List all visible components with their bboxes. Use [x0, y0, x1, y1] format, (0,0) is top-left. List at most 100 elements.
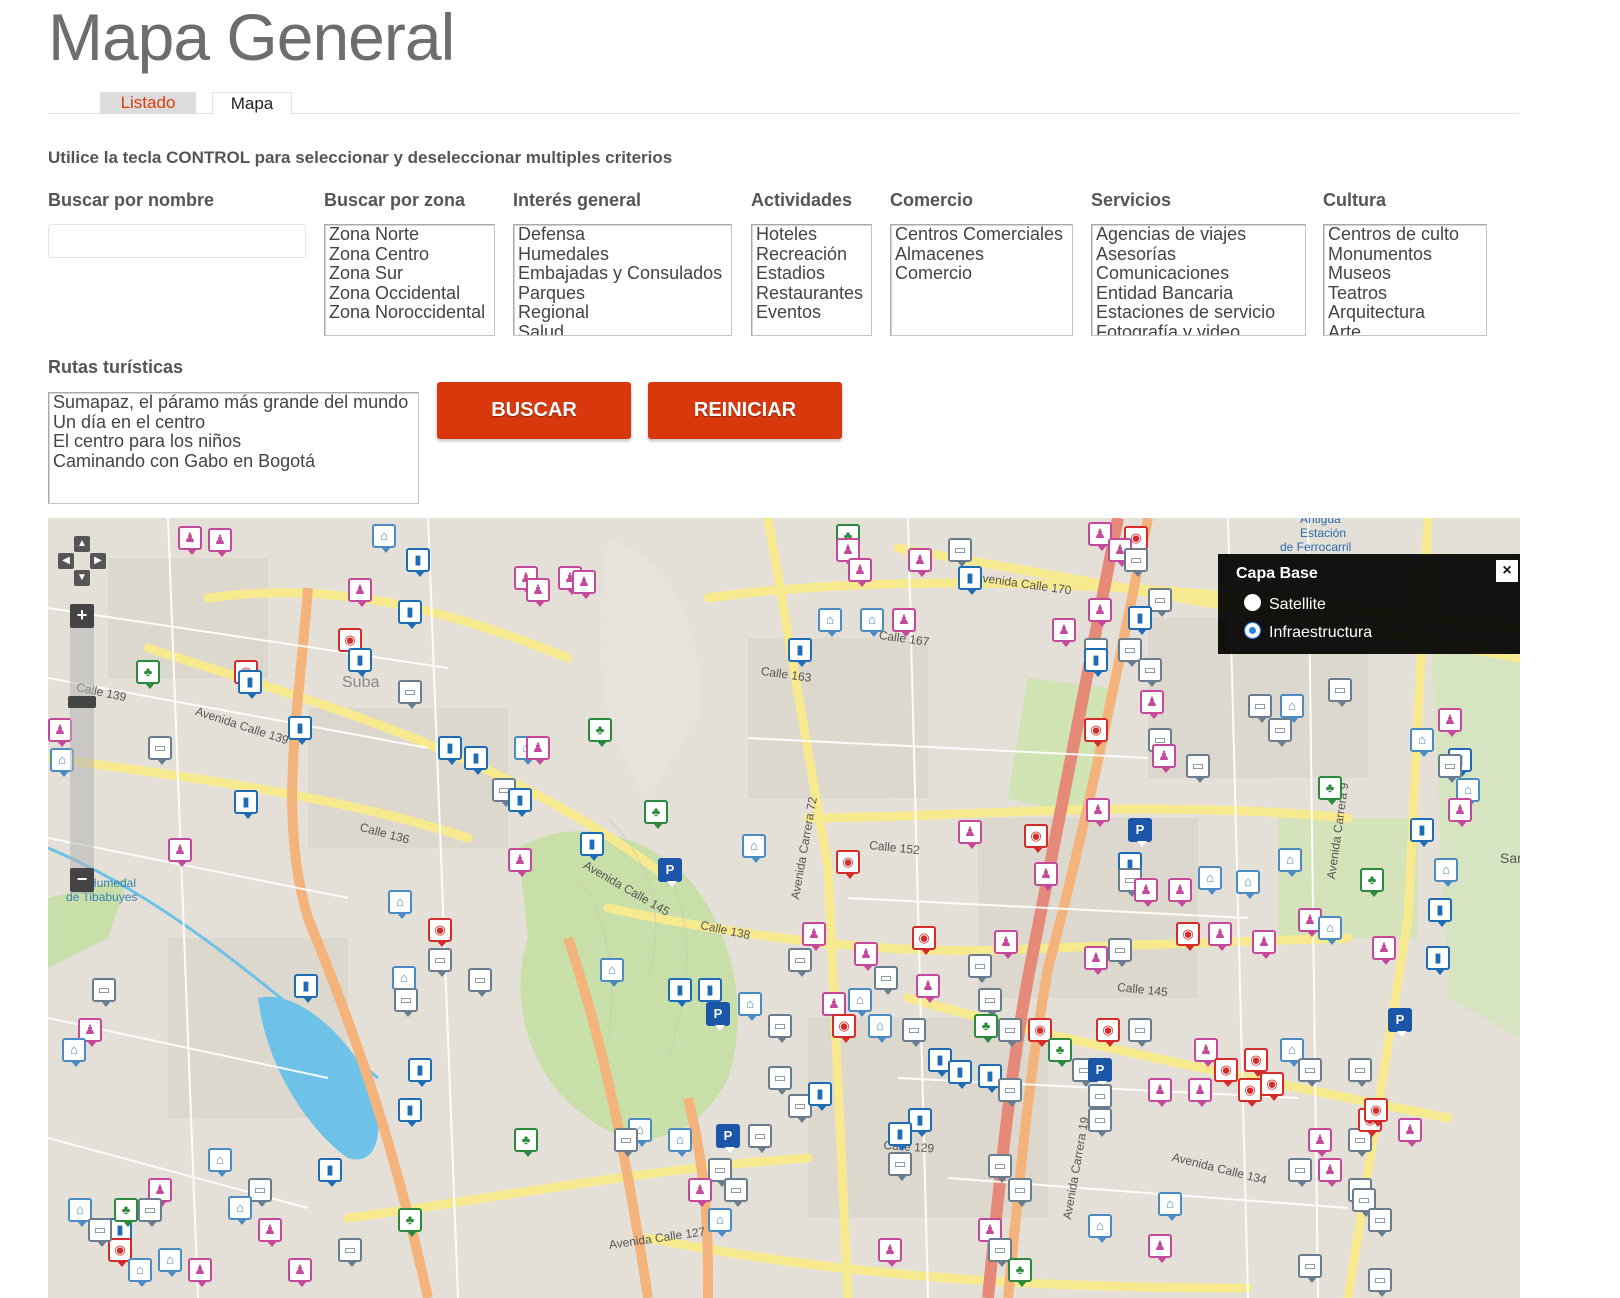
- map-marker-icon[interactable]: ◉: [1244, 1048, 1268, 1077]
- map-marker-icon[interactable]: ♟: [348, 578, 372, 607]
- map-marker-icon[interactable]: ▭: [148, 736, 172, 765]
- map-marker-icon[interactable]: ♟: [208, 528, 232, 557]
- select-option[interactable]: Zona Norte: [329, 225, 490, 245]
- select-option[interactable]: Zona Centro: [329, 244, 490, 265]
- map-marker-icon[interactable]: ▮: [234, 790, 258, 819]
- map-marker-icon[interactable]: ▭: [988, 1154, 1012, 1183]
- map-marker-icon[interactable]: ▮: [348, 648, 372, 677]
- map-marker-icon[interactable]: ◉: [1176, 922, 1200, 951]
- map-marker-icon[interactable]: P: [1388, 1008, 1412, 1037]
- map-marker-icon[interactable]: ▮: [508, 788, 532, 817]
- map-marker-icon[interactable]: ▭: [394, 988, 418, 1017]
- map-marker-icon[interactable]: ▭: [1268, 718, 1292, 747]
- map-marker-icon[interactable]: ♟: [572, 570, 596, 599]
- map-marker-icon[interactable]: ▮: [698, 978, 722, 1007]
- select-option[interactable]: Estadios: [756, 263, 867, 284]
- map-marker-icon[interactable]: ▮: [1428, 898, 1452, 927]
- map-marker-icon[interactable]: ▭: [398, 680, 422, 709]
- map-marker-icon[interactable]: ◉: [1214, 1058, 1238, 1087]
- map-marker-icon[interactable]: ♟: [1148, 1078, 1172, 1107]
- map-marker-icon[interactable]: ♟: [258, 1218, 282, 1247]
- interes-select[interactable]: Defensa Humedales Embajadas y Consulados Pa…: [513, 224, 732, 336]
- map-marker-icon[interactable]: ▭: [1088, 1084, 1112, 1113]
- map-marker-icon[interactable]: ⌂: [208, 1148, 232, 1177]
- map-marker-icon[interactable]: ⌂: [1434, 858, 1458, 887]
- map-marker-icon[interactable]: P: [716, 1124, 740, 1153]
- map-marker-icon[interactable]: P: [658, 858, 682, 887]
- map-marker-icon[interactable]: ▮: [808, 1082, 832, 1111]
- map-marker-icon[interactable]: ▮: [318, 1158, 342, 1187]
- pan-right-icon[interactable]: ▶: [90, 553, 106, 569]
- select-option[interactable]: Agencias de viajes: [1096, 225, 1301, 245]
- select-option[interactable]: Comunicaciones: [1096, 263, 1301, 284]
- map-marker-icon[interactable]: ♟: [1134, 878, 1158, 907]
- map-marker-icon[interactable]: ▮: [580, 832, 604, 861]
- map-marker-icon[interactable]: ▮: [1128, 606, 1152, 635]
- map-marker-icon[interactable]: ▮: [238, 670, 262, 699]
- map-marker-icon[interactable]: ♟: [854, 942, 878, 971]
- map-marker-icon[interactable]: ⌂: [1088, 1214, 1112, 1243]
- map-marker-icon[interactable]: ◉: [1238, 1078, 1262, 1107]
- map-marker-icon[interactable]: ♟: [1052, 618, 1076, 647]
- map-marker-icon[interactable]: ♟: [848, 558, 872, 587]
- map-marker-icon[interactable]: ♣: [974, 1014, 998, 1043]
- layer-option-satellite[interactable]: Satellite: [1244, 594, 1326, 614]
- map-marker-icon[interactable]: ⌂: [388, 890, 412, 919]
- zona-select[interactable]: Zona Norte Zona Centro Zona Sur Zona Occide…: [324, 224, 495, 336]
- map-marker-icon[interactable]: ♟: [1318, 1158, 1342, 1187]
- radio-satellite[interactable]: [1244, 594, 1261, 612]
- map-marker-icon[interactable]: ▭: [1328, 678, 1352, 707]
- pan-up-icon[interactable]: ▲: [74, 536, 90, 552]
- map-marker-icon[interactable]: ◉: [832, 1014, 856, 1043]
- select-option[interactable]: Comercio: [895, 263, 1068, 284]
- map-marker-icon[interactable]: ▭: [1124, 548, 1148, 577]
- map-marker-icon[interactable]: ♟: [1088, 598, 1112, 627]
- map-marker-icon[interactable]: ▭: [428, 948, 452, 977]
- search-name-input[interactable]: [48, 224, 306, 258]
- tab-listado[interactable]: Listado: [100, 92, 196, 114]
- select-option[interactable]: Monumentos: [1328, 244, 1482, 265]
- map-marker-icon[interactable]: ▭: [998, 1078, 1022, 1107]
- map-marker-icon[interactable]: ♟: [1448, 798, 1472, 827]
- map-view[interactable]: Suba de Tibabuyes Humedal Antigua Estaci…: [48, 518, 1520, 1298]
- map-marker-icon[interactable]: ♟: [178, 526, 202, 555]
- map-marker-icon[interactable]: ▭: [978, 988, 1002, 1017]
- map-marker-icon[interactable]: ♣: [1008, 1258, 1032, 1287]
- select-option[interactable]: Museos: [1328, 263, 1482, 284]
- select-option[interactable]: Restaurantes: [756, 283, 867, 304]
- map-marker-icon[interactable]: ♟: [908, 548, 932, 577]
- map-marker-icon[interactable]: ♟: [688, 1178, 712, 1207]
- pan-left-icon[interactable]: ◀: [58, 553, 74, 569]
- map-marker-icon[interactable]: ▭: [902, 1018, 926, 1047]
- map-marker-icon[interactable]: ♟: [288, 1258, 312, 1287]
- map-marker-icon[interactable]: ▭: [1128, 1018, 1152, 1047]
- map-marker-icon[interactable]: ▭: [948, 538, 972, 567]
- select-option[interactable]: Fotografía y video: [1096, 322, 1301, 335]
- map-marker-icon[interactable]: ♟: [822, 992, 846, 1021]
- map-marker-icon[interactable]: ♟: [958, 820, 982, 849]
- map-marker-icon[interactable]: ♟: [892, 608, 916, 637]
- map-marker-icon[interactable]: ▭: [1288, 1158, 1312, 1187]
- select-option[interactable]: Embajadas y Consulados: [518, 263, 727, 284]
- map-marker-icon[interactable]: ⌂: [742, 834, 766, 863]
- map-marker-icon[interactable]: ◉: [836, 850, 860, 879]
- cultura-select[interactable]: Centros de culto Monumentos Museos Teatros A…: [1323, 224, 1487, 336]
- map-marker-icon[interactable]: ▭: [1186, 754, 1210, 783]
- map-marker-icon[interactable]: ⌂: [1410, 728, 1434, 757]
- map-marker-icon[interactable]: ▭: [338, 1238, 362, 1267]
- map-marker-icon[interactable]: ♣: [114, 1198, 138, 1227]
- radio-infraestructura[interactable]: [1244, 622, 1261, 640]
- map-marker-icon[interactable]: ⌂: [1278, 848, 1302, 877]
- map-marker-icon[interactable]: ⌂: [860, 608, 884, 637]
- tab-mapa[interactable]: Mapa: [212, 92, 292, 115]
- map-marker-icon[interactable]: ♣: [644, 800, 668, 829]
- map-marker-icon[interactable]: ▭: [768, 1066, 792, 1095]
- map-marker-icon[interactable]: ♟: [1140, 690, 1164, 719]
- map-marker-icon[interactable]: ▮: [1410, 818, 1434, 847]
- select-option[interactable]: Zona Occidental: [329, 283, 490, 304]
- map-marker-icon[interactable]: ▮: [948, 1060, 972, 1089]
- actividades-select[interactable]: Hoteles Recreación Estadios Restaurantes Eve…: [751, 224, 872, 336]
- select-option[interactable]: Eventos: [756, 302, 867, 323]
- select-option[interactable]: Recreación: [756, 244, 867, 265]
- select-option[interactable]: Zona Sur: [329, 263, 490, 284]
